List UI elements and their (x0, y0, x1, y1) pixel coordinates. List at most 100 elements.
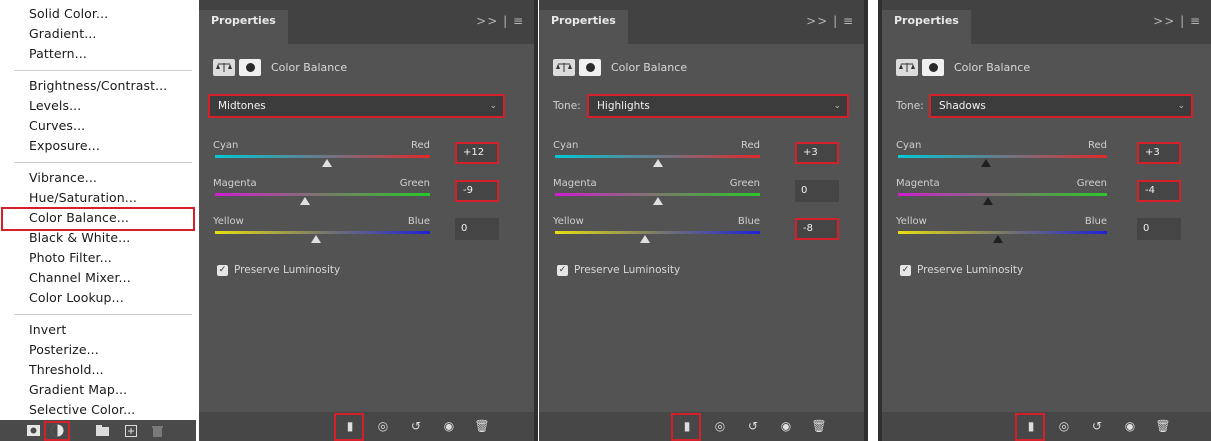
yellow-blue-slider-thumb[interactable] (311, 235, 322, 243)
panel-menu-icon[interactable]: >> | ≡ (1153, 14, 1201, 28)
yellow-blue-slider-track[interactable] (215, 231, 430, 234)
panel-menu-icon[interactable]: >> | ≡ (806, 14, 854, 28)
magenta-green-slider-track[interactable] (898, 193, 1107, 196)
delete-icon[interactable]: 🗑 (810, 418, 828, 435)
menu-item-solid-color[interactable]: Solid Color... (29, 4, 108, 24)
adjustment-header: Color Balance (553, 57, 687, 77)
reset-icon[interactable]: ↺ (1088, 418, 1106, 435)
cyan-red-value-field[interactable]: +3 (795, 142, 839, 164)
layer-mask-icon[interactable] (26, 424, 40, 437)
tab-properties[interactable]: Properties (199, 10, 288, 44)
trash-icon[interactable] (150, 424, 164, 437)
menu-item-curves[interactable]: Curves... (29, 116, 85, 136)
yellow-blue-value-field[interactable]: -8 (795, 218, 839, 240)
mask-icon (579, 58, 601, 76)
cyan-red-slider-track[interactable] (215, 155, 430, 158)
adjustment-button-highlight (44, 421, 70, 441)
reset-icon[interactable]: ↺ (744, 418, 762, 435)
magenta-green-slider-thumb[interactable] (300, 197, 311, 205)
visibility-icon[interactable]: ◉ (1121, 418, 1139, 435)
tone-dropdown[interactable]: Midtones ⌄ (208, 94, 505, 118)
magenta-green-slider-track[interactable] (555, 193, 760, 196)
yellow-blue-value-field[interactable]: 0 (1137, 218, 1181, 240)
slider-label-green: Green (729, 178, 760, 189)
delete-icon[interactable]: 🗑 (473, 418, 491, 435)
cyan-red-value-field[interactable]: +3 (1137, 142, 1181, 164)
panel-tab-bar: Properties >> | ≡ (539, 0, 864, 44)
slider-label-blue: Blue (1084, 216, 1107, 227)
visibility-icon[interactable]: ◉ (440, 418, 458, 435)
reset-icon[interactable]: ↺ (407, 418, 425, 435)
view-previous-icon[interactable]: ◎ (1055, 418, 1073, 435)
menu-item-black-white[interactable]: Black & White... (29, 228, 130, 248)
tab-properties[interactable]: Properties (539, 10, 628, 44)
magenta-green-slider-thumb[interactable] (982, 197, 993, 205)
tone-dropdown[interactable]: Highlights ⌄ (587, 94, 849, 118)
adjustment-header: Color Balance (896, 57, 1030, 77)
properties-panel-midtones: Properties >> | ≡ Color Balance Tone: Mi… (199, 0, 534, 441)
menu-item-hue-saturation[interactable]: Hue/Saturation... (29, 188, 137, 208)
preserve-luminosity[interactable]: ✓ Preserve Luminosity (557, 264, 680, 276)
menu-item-levels[interactable]: Levels... (29, 96, 81, 116)
menu-item-brightness-contrast[interactable]: Brightness/Contrast... (29, 76, 167, 96)
menu-item-posterize[interactable]: Posterize... (29, 340, 99, 360)
slider-label-magenta: Magenta (553, 178, 597, 189)
menu-item-gradient[interactable]: Gradient... (29, 24, 96, 44)
menu-item-invert[interactable]: Invert (29, 320, 66, 340)
yellow-blue-slider-track[interactable] (555, 231, 760, 234)
checkbox-checked-icon[interactable]: ✓ (900, 264, 911, 276)
new-layer-icon[interactable] (124, 424, 138, 437)
panel-divider (864, 0, 868, 441)
magenta-green-slider-track[interactable] (215, 193, 430, 196)
yellow-blue-slider-thumb[interactable] (640, 235, 651, 243)
cyan-red-slider-thumb[interactable] (980, 159, 991, 167)
menu-item-threshold[interactable]: Threshold... (29, 360, 104, 380)
magenta-green-slider-thumb[interactable] (652, 197, 663, 205)
view-previous-icon[interactable]: ◎ (374, 418, 392, 435)
view-previous-icon[interactable]: ◎ (711, 418, 729, 435)
panel-divider (534, 0, 538, 441)
magenta-green-value-field[interactable]: -4 (1137, 180, 1181, 202)
checkbox-checked-icon[interactable]: ✓ (217, 264, 228, 276)
selection-highlight (1, 207, 195, 231)
cyan-red-slider-track[interactable] (555, 155, 760, 158)
visibility-icon[interactable]: ◉ (777, 418, 795, 435)
menu-item-channel-mixer[interactable]: Channel Mixer... (29, 268, 131, 288)
yellow-blue-slider-track[interactable] (898, 231, 1107, 234)
cyan-red-slider-track[interactable] (898, 155, 1107, 158)
panel-footer: ▮ ◎ ↺ ◉ 🗑 (199, 412, 534, 441)
menu-item-color-lookup[interactable]: Color Lookup... (29, 288, 124, 308)
yellow-blue-slider-thumb[interactable] (993, 235, 1004, 243)
slider-label-blue: Blue (737, 216, 760, 227)
preserve-luminosity[interactable]: ✓ Preserve Luminosity (217, 264, 340, 276)
checkbox-checked-icon[interactable]: ✓ (557, 264, 568, 276)
preserve-luminosity-label: Preserve Luminosity (917, 264, 1024, 276)
slider-label-blue: Blue (407, 216, 430, 227)
clip-button-highlight (334, 413, 364, 441)
panel-menu-icon[interactable]: >> | ≡ (476, 14, 524, 28)
adjustment-title: Color Balance (611, 60, 688, 74)
tab-properties[interactable]: Properties (882, 10, 971, 44)
tone-dropdown[interactable]: Shadows ⌄ (929, 94, 1193, 118)
menu-item-vibrance[interactable]: Vibrance... (29, 168, 97, 188)
panel-footer: ▮ ◎ ↺ ◉ 🗑 (882, 412, 1211, 441)
cyan-red-slider-thumb[interactable] (321, 159, 332, 167)
menu-item-pattern[interactable]: Pattern... (29, 44, 87, 64)
adjustment-title: Color Balance (954, 60, 1031, 74)
slider-label-yellow: Yellow (213, 216, 244, 227)
menu-item-photo-filter[interactable]: Photo Filter... (29, 248, 112, 268)
magenta-green-value-field[interactable]: 0 (795, 180, 839, 202)
menu-item-exposure[interactable]: Exposure... (29, 136, 100, 156)
cyan-red-slider-thumb[interactable] (652, 159, 663, 167)
tone-value: Highlights (597, 100, 650, 112)
delete-icon[interactable]: 🗑 (1154, 418, 1172, 435)
menu-divider (14, 70, 192, 71)
magenta-green-value-field[interactable]: -9 (455, 180, 499, 202)
yellow-blue-value-field[interactable]: 0 (455, 218, 499, 240)
menu-item-gradient-map[interactable]: Gradient Map... (29, 380, 127, 400)
cyan-red-value-field[interactable]: +12 (455, 142, 499, 164)
folder-icon[interactable] (95, 424, 109, 437)
slider-label-cyan: Cyan (553, 140, 579, 151)
preserve-luminosity[interactable]: ✓ Preserve Luminosity (900, 264, 1023, 276)
menu-item-selective-color[interactable]: Selective Color... (29, 400, 135, 420)
